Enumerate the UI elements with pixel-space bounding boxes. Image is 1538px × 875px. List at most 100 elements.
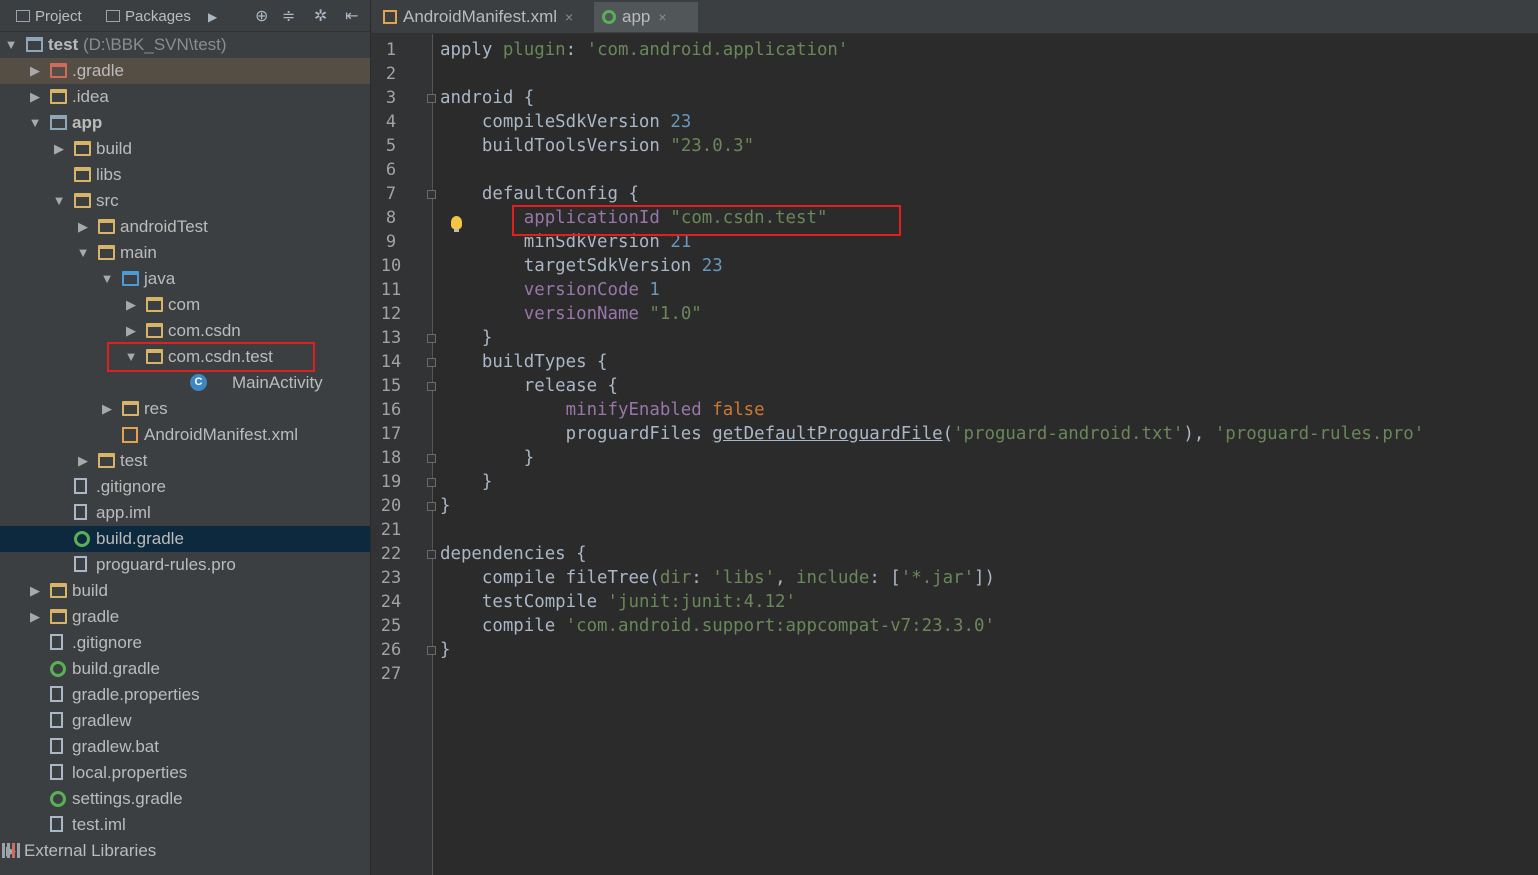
tree-item[interactable]: gradle.properties <box>0 682 370 708</box>
tree-item[interactable]: ▶ test <box>0 448 370 474</box>
tree-item[interactable]: ▶ build <box>0 578 370 604</box>
expanded-arrow-icon[interactable]: ▼ <box>76 240 90 266</box>
project-icon <box>16 10 30 22</box>
tree-item[interactable]: ▶ gradle <box>0 604 370 630</box>
collapsed-arrow-icon[interactable]: ▶ <box>76 214 90 240</box>
collapsed-arrow-icon[interactable]: ▶ <box>28 58 42 84</box>
code-line: buildToolsVersion "23.0.3" <box>440 136 755 156</box>
tree-item[interactable]: ▼ java <box>0 266 370 292</box>
tree-item-label: app.iml <box>96 503 151 522</box>
editor-tab[interactable]: AndroidManifest.xml × <box>375 2 590 32</box>
gradle-icon <box>602 10 616 24</box>
fold-marker-icon[interactable] <box>427 454 436 463</box>
tree-item-label: AndroidManifest.xml <box>144 425 299 444</box>
folder-icon <box>146 297 163 312</box>
line-number: 27 <box>380 664 402 684</box>
tree-item-label: build <box>96 139 132 158</box>
highlight-box-package <box>107 342 315 372</box>
locate-icon[interactable]: ⊕ <box>255 6 268 28</box>
collapsed-arrow-icon[interactable]: ▶ <box>28 604 42 630</box>
editor-tab[interactable]: app × <box>594 2 698 32</box>
fold-marker-icon[interactable] <box>427 190 436 199</box>
collapsed-arrow-icon[interactable]: ▶ <box>124 292 138 318</box>
fold-marker-icon[interactable] <box>427 502 436 511</box>
tree-item-label: src <box>96 191 119 210</box>
tree-item[interactable]: ▶ .idea <box>0 84 370 110</box>
file-icon <box>74 504 87 520</box>
line-number: 12 <box>380 304 402 324</box>
code-line: } <box>440 472 493 492</box>
tree-item[interactable]: ▶ build <box>0 136 370 162</box>
tree-item[interactable]: app.iml <box>0 500 370 526</box>
tree-item-label: main <box>120 243 157 262</box>
code-line: compileSdkVersion 23 <box>440 112 692 132</box>
fold-marker-icon[interactable] <box>427 358 436 367</box>
hide-panel-icon[interactable]: ⇤ <box>345 6 358 28</box>
tree-item[interactable]: build.gradle <box>0 656 370 682</box>
collapsed-arrow-icon[interactable]: ▶ <box>76 448 90 474</box>
tree-item-label: proguard-rules.pro <box>96 555 236 574</box>
tree-item-label: .gitignore <box>96 477 166 496</box>
tree-item[interactable]: .gitignore <box>0 474 370 500</box>
tab-packages[interactable]: Packages <box>106 6 191 28</box>
fold-marker-icon[interactable] <box>427 94 436 103</box>
tree-item[interactable]: ▼ src <box>0 188 370 214</box>
tree-item[interactable]: proguard-rules.pro <box>0 552 370 578</box>
tree-item[interactable]: gradlew.bat <box>0 734 370 760</box>
more-tabs-icon[interactable]: ▶ <box>208 6 217 28</box>
editor-tab-label: AndroidManifest.xml <box>403 7 558 26</box>
excluded-folder-icon <box>50 63 67 78</box>
settings-gear-icon[interactable]: ✲ <box>314 6 327 28</box>
tree-item[interactable]: ▶ androidTest <box>0 214 370 240</box>
tree-item-label: androidTest <box>120 217 208 236</box>
expanded-arrow-icon[interactable]: ▼ <box>28 110 42 136</box>
expanded-arrow-icon[interactable]: ▼ <box>4 32 18 58</box>
module-icon <box>50 115 67 130</box>
tree-item[interactable]: build.gradle <box>0 526 370 552</box>
fold-marker-icon[interactable] <box>427 334 436 343</box>
collapsed-arrow-icon[interactable]: ▶ <box>100 396 114 422</box>
tree-item[interactable]: ▶ .gradle <box>0 58 370 84</box>
close-tab-icon[interactable]: × <box>565 9 573 25</box>
tab-project[interactable]: Project <box>16 6 82 28</box>
file-icon <box>74 556 87 572</box>
xml-file-icon <box>383 10 397 24</box>
fold-marker-icon[interactable] <box>427 646 436 655</box>
fold-marker-icon[interactable] <box>427 382 436 391</box>
code-line: buildTypes { <box>440 352 608 372</box>
module-icon <box>26 37 43 52</box>
tree-item[interactable]: ▶External Libraries <box>0 838 370 864</box>
tree-item[interactable]: gradlew <box>0 708 370 734</box>
tree-item[interactable]: test.iml <box>0 812 370 838</box>
fold-marker-icon[interactable] <box>427 550 436 559</box>
tab-project-label: Project <box>35 8 82 25</box>
expanded-arrow-icon[interactable]: ▼ <box>100 266 114 292</box>
tree-item[interactable]: C MainActivity <box>0 370 370 396</box>
tree-item[interactable]: ▼ test (D:\BBK_SVN\test) <box>0 32 370 58</box>
tree-item[interactable]: local.properties <box>0 760 370 786</box>
tree-item[interactable]: ▼ app <box>0 110 370 136</box>
tree-item[interactable]: ▶ com <box>0 292 370 318</box>
line-number: 25 <box>380 616 402 636</box>
tree-item[interactable]: ▼ main <box>0 240 370 266</box>
tree-item[interactable]: ▶ res <box>0 396 370 422</box>
xml-file-icon <box>122 427 138 443</box>
collapsed-arrow-icon[interactable]: ▶ <box>124 318 138 344</box>
tree-item[interactable]: settings.gradle <box>0 786 370 812</box>
expanded-arrow-icon[interactable]: ▼ <box>52 188 66 214</box>
tree-item[interactable]: libs <box>0 162 370 188</box>
tree-item[interactable]: .gitignore <box>0 630 370 656</box>
line-number: 17 <box>380 424 402 444</box>
tree-item[interactable]: ▶ com.csdn <box>0 318 370 344</box>
collapsed-arrow-icon[interactable]: ▶ <box>52 136 66 162</box>
tree-item-label: java <box>144 269 176 288</box>
fold-marker-icon[interactable] <box>427 478 436 487</box>
gradle-icon <box>50 791 66 807</box>
code-line: } <box>440 640 451 660</box>
tree-item-label: build.gradle <box>96 529 184 548</box>
tree-item[interactable]: AndroidManifest.xml <box>0 422 370 448</box>
collapsed-arrow-icon[interactable]: ▶ <box>28 84 42 110</box>
close-tab-icon[interactable]: × <box>658 9 666 25</box>
collapsed-arrow-icon[interactable]: ▶ <box>28 578 42 604</box>
collapse-all-icon[interactable]: ≑ <box>282 6 295 28</box>
